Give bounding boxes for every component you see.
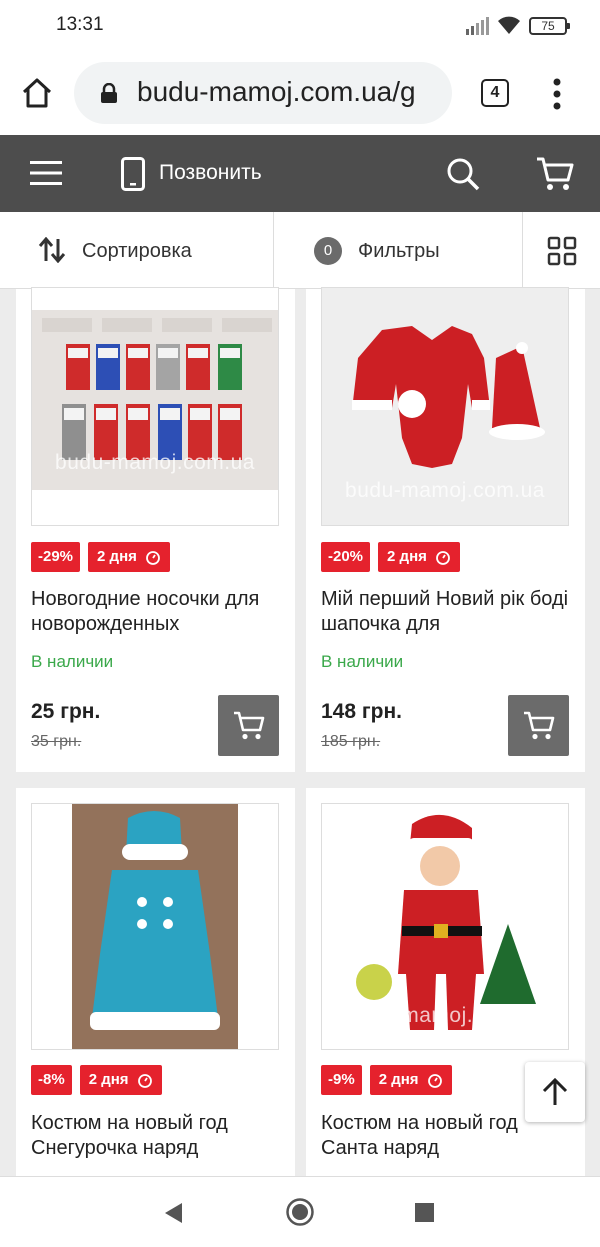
- sort-button[interactable]: Сортировка: [0, 212, 274, 289]
- socks-photo: [32, 310, 278, 490]
- browser-toolbar: budu-mamoj.com.ua/g 4: [0, 52, 600, 135]
- battery-icon: 75: [529, 17, 570, 35]
- product-image[interactable]: budu-mamoj.com.ua: [321, 287, 569, 526]
- product-name[interactable]: Новогодние носочки для новорожденных: [31, 587, 281, 637]
- timer-badge: 2 дня: [378, 542, 460, 572]
- discount-badge: -8%: [31, 1065, 72, 1095]
- stock-status: В наличии: [31, 652, 114, 671]
- sort-icon: [38, 237, 66, 263]
- status-bar: 13:31 75: [0, 0, 600, 52]
- filter-count-badge: 0: [314, 237, 342, 265]
- cart-icon: [524, 711, 555, 740]
- timer-badge: 2 дня: [369, 1065, 452, 1095]
- badges: -20% 2 дня: [321, 542, 460, 572]
- grid-view-icon[interactable]: [547, 236, 577, 266]
- timer-icon: [435, 551, 450, 565]
- address-bar[interactable]: budu-mamoj.com.ua/g: [74, 62, 452, 124]
- product-image[interactable]: budu-mamoj.com.ua: [321, 803, 569, 1050]
- add-to-cart-button[interactable]: [508, 695, 569, 756]
- filter-button[interactable]: 0 Фильтры: [275, 212, 523, 289]
- price: 25 грн.: [31, 700, 101, 723]
- watermark: budu-mamoj.com.ua: [55, 451, 255, 474]
- search-icon[interactable]: [446, 157, 480, 191]
- scroll-to-top-button[interactable]: [525, 1062, 585, 1122]
- timer-icon: [145, 551, 160, 565]
- cart-icon: [234, 711, 265, 740]
- discount-badge: -9%: [321, 1065, 362, 1095]
- product-card[interactable]: -8% 2 дня Костюм на новый год Снегурочка…: [16, 788, 295, 1188]
- url-text: budu-mamoj.com.ua/g: [137, 76, 416, 107]
- product-card[interactable]: budu-mamoj.com.ua -29% 2 дня Новогодние …: [16, 287, 295, 772]
- old-price: 185 грн.: [321, 733, 381, 750]
- discount-badge: -29%: [31, 542, 81, 572]
- price: 148 грн.: [321, 700, 402, 723]
- timer-badge: 2 дня: [88, 542, 170, 572]
- filter-label: Фильтры: [358, 240, 440, 262]
- product-name[interactable]: Костюм на новый год Снегурочка наряд: [31, 1111, 281, 1161]
- wifi-icon: [498, 16, 520, 34]
- catalog-toolbar: Сортировка 0 Фильтры: [0, 212, 600, 289]
- hamburger-menu-icon[interactable]: [30, 160, 62, 186]
- product-image[interactable]: [31, 803, 279, 1050]
- home-nav-icon[interactable]: [285, 1197, 315, 1227]
- cart-icon[interactable]: [536, 156, 574, 192]
- discount-badge: -20%: [321, 542, 371, 572]
- product-image[interactable]: budu-mamoj.com.ua: [31, 287, 279, 526]
- product-card[interactable]: budu-mamoj.com.ua -9% 2 дня Костюм на но…: [306, 788, 585, 1188]
- arrow-up-icon: [542, 1077, 568, 1105]
- timer-icon: [427, 1074, 442, 1088]
- home-icon[interactable]: [20, 76, 54, 110]
- sort-label: Сортировка: [82, 240, 192, 262]
- system-nav-bar: [0, 1176, 600, 1247]
- lock-icon: [101, 83, 117, 103]
- recents-icon[interactable]: [415, 1203, 434, 1222]
- watermark: budu-mamoj.com.ua: [345, 479, 545, 502]
- badges: -9% 2 дня: [321, 1065, 452, 1095]
- call-link[interactable]: Позвонить: [159, 161, 262, 185]
- phone-icon[interactable]: [121, 157, 145, 191]
- timer-icon: [137, 1074, 152, 1088]
- badges: -29% 2 дня: [31, 542, 170, 572]
- old-price: 35 грн.: [31, 733, 82, 750]
- product-name[interactable]: Мій перший Новий рік боді шапочка для: [321, 587, 571, 637]
- status-time: 13:31: [56, 14, 104, 35]
- timer-badge: 2 дня: [79, 1065, 162, 1095]
- signal-icon: [466, 17, 489, 35]
- tabs-button[interactable]: 4: [481, 79, 509, 107]
- snow-maiden-costume-photo: [72, 804, 238, 1049]
- back-icon[interactable]: [162, 1201, 184, 1225]
- site-header: Позвонить: [0, 135, 600, 212]
- badges: -8% 2 дня: [31, 1065, 162, 1095]
- product-card[interactable]: budu-mamoj.com.ua -20% 2 дня Мій перший …: [306, 287, 585, 772]
- stock-status: В наличии: [321, 652, 404, 671]
- more-menu-icon[interactable]: [548, 77, 566, 111]
- watermark: budu-mamoj.com.ua: [345, 1004, 545, 1027]
- add-to-cart-button[interactable]: [218, 695, 279, 756]
